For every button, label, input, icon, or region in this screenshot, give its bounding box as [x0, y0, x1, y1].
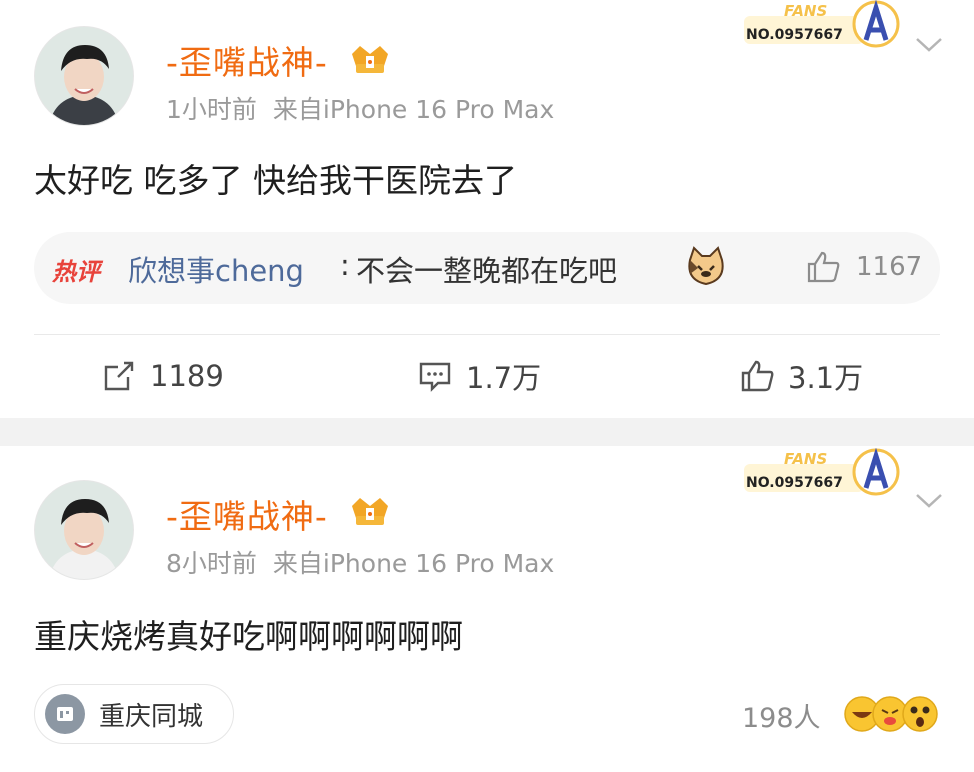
post-card[interactable]: -歪嘴战神- 1小时前 来自iPhone 16 Pro Max FANS NO.0…	[0, 0, 974, 418]
post-source: 来自iPhone 16 Pro Max	[272, 95, 555, 124]
fans-badge[interactable]: FANS NO.0957667	[740, 448, 910, 502]
reaction-emojis-icon[interactable]	[842, 694, 942, 734]
divider	[34, 334, 940, 335]
location-pin-icon	[45, 694, 85, 734]
hot-comment-user[interactable]: 欣想事cheng	[128, 248, 304, 290]
hot-comment-colon: :	[340, 248, 350, 282]
fans-label: FANS	[784, 450, 827, 468]
post-separator	[0, 418, 974, 446]
avatar-image	[35, 481, 133, 579]
avatar-image	[35, 27, 133, 125]
chevron-down-icon[interactable]	[914, 36, 944, 54]
username[interactable]: -歪嘴战神-	[166, 490, 328, 538]
post-source: 来自iPhone 16 Pro Max	[272, 549, 555, 578]
thumbs-up-icon	[741, 360, 774, 392]
thumbs-up-icon[interactable]	[806, 250, 842, 284]
post-meta: 1小时前 来自iPhone 16 Pro Max	[166, 90, 570, 126]
share-icon	[104, 361, 134, 391]
vip-crown-icon	[352, 46, 388, 73]
post-card[interactable]: -歪嘴战神- 8小时前 来自iPhone 16 Pro Max FANS NO.0…	[0, 446, 974, 772]
share-count: 1189	[150, 359, 224, 393]
fans-number: NO.0957667	[746, 475, 843, 491]
comment-button[interactable]: 1.7万	[418, 356, 541, 396]
vip-crown-icon	[352, 498, 388, 525]
location-chip[interactable]: 重庆同城	[34, 684, 234, 744]
comment-count: 1.7万	[466, 361, 542, 395]
reaction-count[interactable]: 198人	[742, 696, 821, 735]
chevron-down-icon[interactable]	[914, 492, 944, 510]
post-time: 1小时前	[166, 95, 257, 124]
fans-number: NO.0957667	[746, 27, 843, 43]
comment-icon	[419, 362, 451, 392]
post-meta: 8小时前 来自iPhone 16 Pro Max	[166, 544, 570, 580]
location-label: 重庆同城	[99, 701, 204, 732]
hot-comment-tag: 热评	[52, 258, 100, 286]
hot-comment[interactable]: 热评 欣想事cheng : 不会一整晚都在吃吧 1167	[34, 232, 940, 304]
hot-comment-text: 不会一整晚都在吃吧	[356, 254, 618, 288]
hot-comment-like-count: 1167	[856, 252, 923, 282]
username[interactable]: -歪嘴战神-	[166, 36, 328, 84]
avatar[interactable]	[34, 480, 134, 580]
fans-badge[interactable]: FANS NO.0957667	[740, 0, 910, 54]
post-text: 重庆烧烤真好吃啊啊啊啊啊啊	[34, 617, 463, 656]
like-count: 3.1万	[788, 361, 864, 395]
post-time: 8小时前	[166, 549, 257, 578]
fans-label: FANS	[784, 2, 827, 20]
like-button[interactable]: 3.1万	[740, 356, 863, 396]
share-button[interactable]: 1189	[102, 356, 224, 396]
post-text: 太好吃 吃多了 快给我干医院去了	[34, 161, 517, 200]
avatar[interactable]	[34, 26, 134, 126]
cat-emoji-icon	[688, 246, 724, 286]
